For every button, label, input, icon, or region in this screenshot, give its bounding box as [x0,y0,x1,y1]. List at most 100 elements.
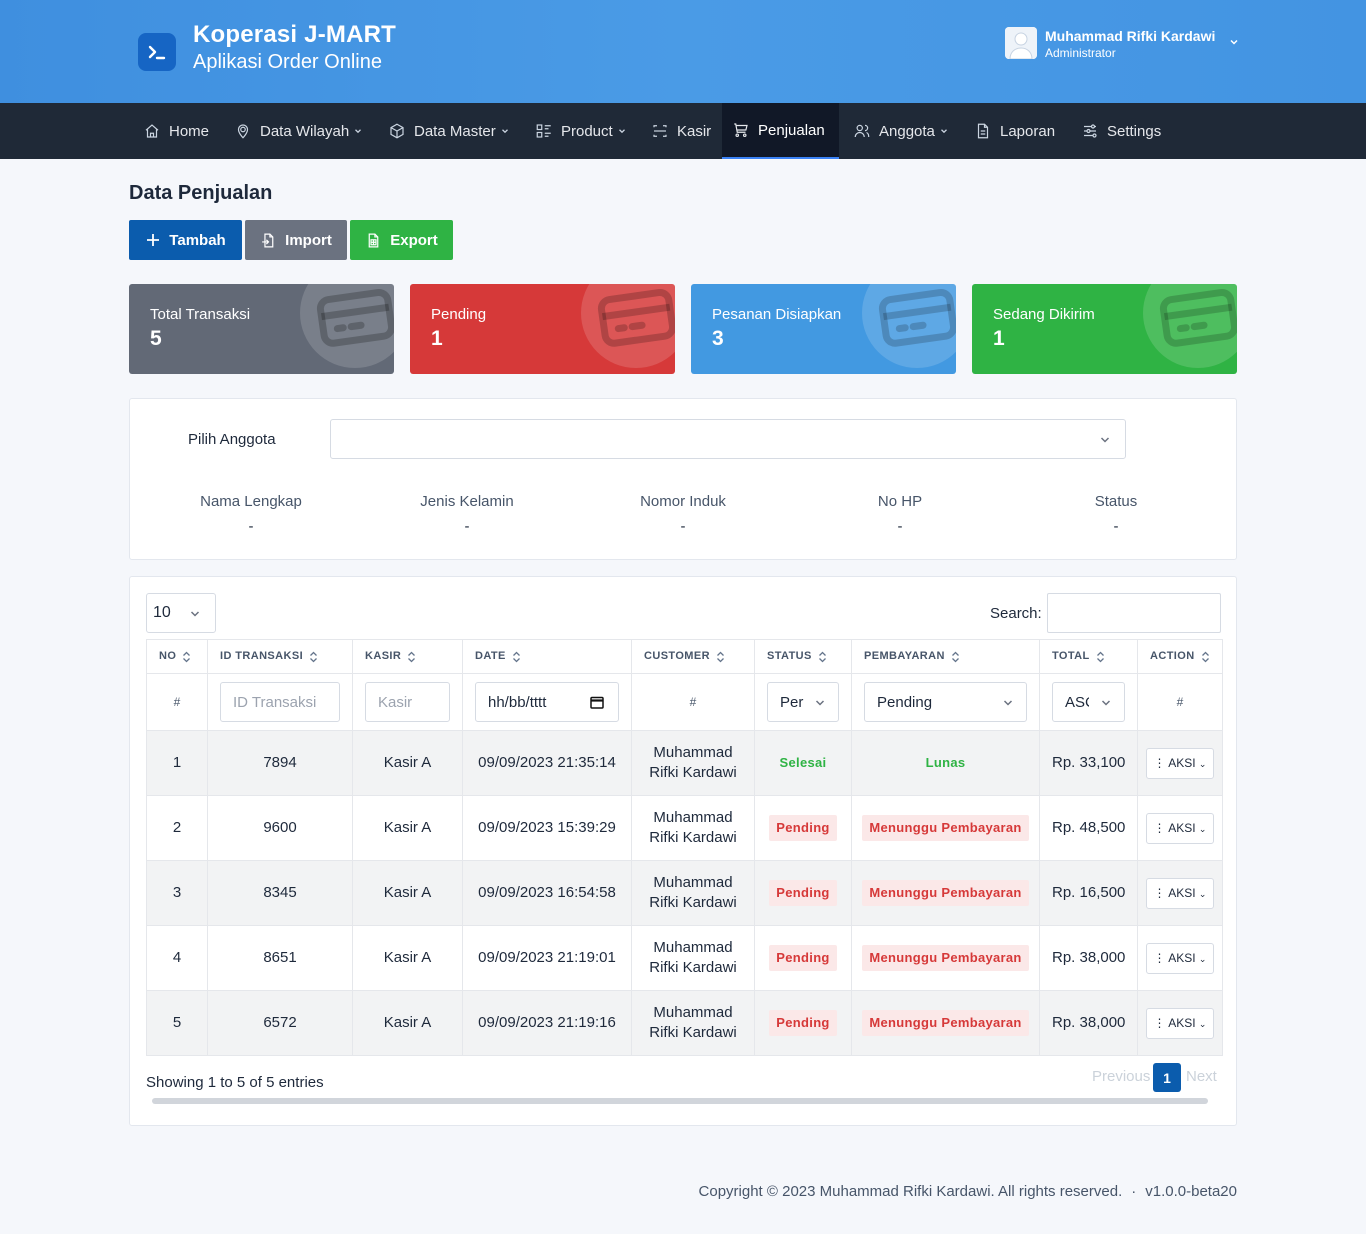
nav-label: Laporan [1000,122,1056,140]
filter-id-transaksi-input[interactable]: ID Transaksi [220,682,340,722]
sort-icon [1201,651,1209,662]
scan-icon [653,125,667,137]
payment-badge: Menunggu Pembayaran [862,880,1029,906]
cell-total: Rp. 48,500 [1039,795,1138,861]
user-avatar-icon[interactable] [1005,27,1037,59]
nav-anggota[interactable]: Anggota [843,103,959,159]
pagination-page-1[interactable]: 1 [1153,1063,1181,1092]
aksi-dropdown-button[interactable]: ⋮ AKSI ⌄ [1145,942,1215,974]
stat-card-pesanan-disiapkan: Pesanan Disiapkan 3 [691,284,956,374]
col-label: TOTAL [1052,650,1090,663]
cell-date: 09/09/2023 21:35:14 [462,730,632,796]
filter-kasir-input[interactable]: Kasir [365,682,450,722]
aksi-dropdown-button[interactable]: ⋮ AKSI ⌄ [1145,812,1215,844]
customer-line: Rifki Kardawi [649,829,737,846]
info-no-hp: No HP - [800,493,1000,535]
col-header-id-transaksi[interactable]: ID TRANSAKSI [207,639,353,674]
info-value: - [897,518,903,535]
info-label: Status [1094,493,1138,510]
col-label: CUSTOMER [644,650,710,663]
version-link[interactable]: v1.0.0-beta20 [1145,1183,1237,1200]
nav-product[interactable]: Product [525,103,637,159]
chevron-down-icon[interactable] [1228,36,1240,48]
search-input[interactable] [1047,593,1221,633]
nav-data-master[interactable]: Data Master [378,103,520,159]
aksi-label: AKSI [1168,755,1196,770]
cell-kasir: Kasir A [352,925,463,991]
box-icon [390,123,404,139]
cell-no: 2 [146,795,208,861]
anggota-select[interactable] [330,419,1126,459]
calendar-icon[interactable] [590,695,604,709]
pilih-anggota-label: Pilih Anggota [188,431,276,448]
export-label: Export [390,231,438,249]
pagination-previous[interactable]: Previous [1092,1068,1150,1085]
customer-line: Rifki Kardawi [649,894,737,911]
nav-laporan[interactable]: Laporan [964,103,1065,159]
aksi-dropdown-button[interactable]: ⋮ AKSI ⌄ [1145,747,1215,779]
filter-pembayaran-select[interactable]: Pending [864,682,1027,722]
col-header-pembayaran[interactable]: PEMBAYARAN [851,639,1040,674]
terminal-logo-icon[interactable] [138,33,176,71]
col-header-status[interactable]: STATUS [754,639,852,674]
nav-penjualan[interactable]: Penjualan [722,103,839,159]
nav-home[interactable]: Home [133,103,219,159]
col-header-customer[interactable]: CUSTOMER [631,639,755,674]
cell-kasir: Kasir A [352,795,463,861]
footer-separator: · [1131,1183,1137,1200]
aksi-dropdown-button[interactable]: ⋮ AKSI ⌄ [1145,877,1215,909]
info-value: - [680,518,686,535]
tambah-button[interactable]: Tambah [129,220,242,260]
credit-card-icon [862,284,956,368]
cell-date: 09/09/2023 21:19:16 [462,990,632,1056]
col-label: KASIR [365,650,402,663]
filter-status-select[interactable]: Per [767,682,839,722]
customer-line: Muhammad [653,939,733,956]
stat-card-sedang-dikirim: Sedang Dikirim 1 [972,284,1237,374]
horizontal-scrollbar[interactable] [152,1098,1208,1104]
chevron-down-icon [501,129,508,134]
chevron-down-icon: ⌄ [1198,953,1207,964]
nav-label: Data Master [414,122,496,140]
import-button[interactable]: Import [245,220,347,260]
stat-value: 5 [150,327,162,350]
nav-settings[interactable]: Settings [1071,103,1171,159]
col-label: DATE [475,650,506,663]
pagination-next[interactable]: Next [1186,1068,1217,1085]
customer-line: Rifki Kardawi [649,1024,737,1041]
col-header-date[interactable]: DATE [462,639,632,674]
user-name[interactable]: Muhammad Rifki Kardawi [1045,28,1215,44]
nav-label: Settings [1107,122,1162,140]
cell-action: ⋮ AKSI ⌄ [1137,860,1223,926]
cell-total: Rp. 38,000 [1039,990,1138,1056]
page-length-value: 10 [153,604,171,621]
aksi-dropdown-button[interactable]: ⋮ AKSI ⌄ [1145,1007,1215,1039]
page-length-select[interactable]: 10 [146,593,216,633]
nav-data-wilayah[interactable]: Data Wilayah [224,103,373,159]
filter-date-input[interactable]: hh/bb/tttt [475,682,619,722]
cell-action: ⋮ AKSI ⌄ [1137,795,1223,861]
cell-status: Selesai [754,730,852,796]
cell-action: ⋮ AKSI ⌄ [1137,990,1223,1056]
main-nav: Home Data Wilayah Data Master Product Ka… [0,103,1366,159]
sort-icon [183,651,191,662]
credit-card-icon [300,284,394,368]
status-badge: Pending [769,945,837,971]
cell-id: 8345 [207,860,353,926]
col-header-total[interactable]: TOTAL [1039,639,1138,674]
payment-badge: Menunggu Pembayaran [862,1010,1029,1036]
list-details-icon [536,124,551,138]
col-header-no[interactable]: NO [146,639,208,674]
table-row: 3 8345 Kasir A 09/09/2023 16:54:58 Muham… [146,860,1223,926]
col-header-action[interactable]: ACTION [1137,639,1223,674]
sort-icon [408,651,416,662]
cell-kasir: Kasir A [352,860,463,926]
users-icon [854,124,870,138]
credit-card-icon [1143,284,1237,368]
col-label: PEMBAYARAN [864,650,945,663]
filter-total-select[interactable]: ASC [1052,682,1125,722]
export-button[interactable]: Export [350,220,453,260]
plus-icon [147,234,160,246]
nav-kasir[interactable]: Kasir [641,103,721,159]
col-header-kasir[interactable]: KASIR [352,639,463,674]
